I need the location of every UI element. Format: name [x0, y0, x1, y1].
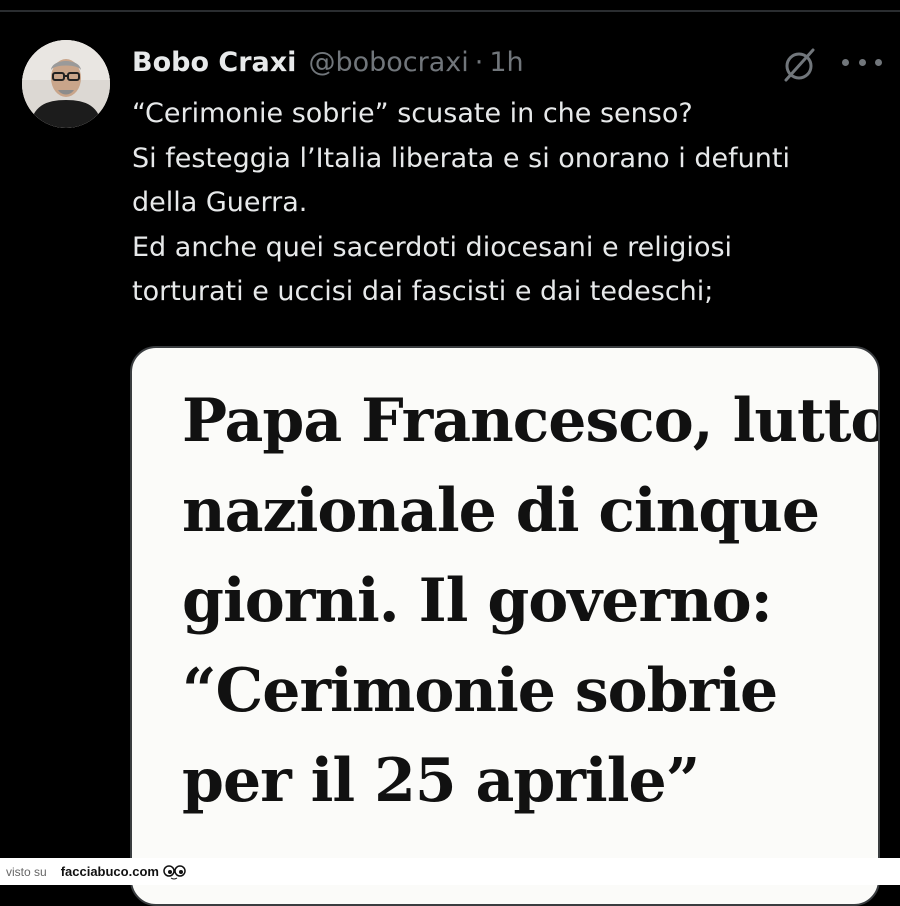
tweet-text: “Cerimonie sobrie” scusate in che senso?…: [132, 92, 892, 315]
tweet-text-line: torturati e uccisi dai fascisti e dai te…: [132, 276, 714, 308]
avatar[interactable]: [22, 40, 110, 128]
eyes-icon: [163, 864, 186, 879]
headline-line: giorni. Il governo:: [182, 566, 773, 636]
brand-label[interactable]: facciabuco.com: [61, 864, 159, 879]
headline-line: nazionale di cinque: [182, 476, 820, 546]
top-divider: [0, 10, 900, 12]
tweet-header: Bobo Craxi @bobocraxi · 1h: [132, 40, 892, 84]
media-card[interactable]: Papa Francesco, lutto nazionale di cinqu…: [130, 346, 880, 906]
timestamp[interactable]: 1h: [489, 47, 523, 78]
more-options-icon[interactable]: [842, 50, 882, 74]
tweet[interactable]: Bobo Craxi @bobocraxi · 1h “Cerimonie so…: [132, 40, 892, 315]
display-name[interactable]: Bobo Craxi: [132, 47, 296, 78]
tweet-text-line: Ed anche quei sacerdoti diocesani e reli…: [132, 231, 733, 263]
watermark-footer: visto su facciabuco.com: [0, 858, 900, 885]
headline-line: Papa Francesco, lutto: [182, 386, 880, 456]
article-headline: Papa Francesco, lutto nazionale di cinqu…: [182, 376, 880, 826]
visto-label: visto su: [6, 864, 47, 879]
headline-line: per il 25 aprile”: [182, 746, 700, 816]
headline-line: “Cerimonie sobrie: [182, 656, 778, 726]
separator-dot: ·: [474, 46, 484, 78]
tweet-text-line: Si festeggia l’Italia liberata e si onor…: [132, 142, 790, 174]
grok-icon[interactable]: [780, 46, 818, 84]
avatar-photo: [22, 40, 110, 128]
tweet-text-line: della Guerra.: [132, 187, 308, 219]
user-handle[interactable]: @bobocraxi: [308, 47, 468, 78]
tweet-text-line: “Cerimonie sobrie” scusate in che senso?: [132, 98, 693, 129]
